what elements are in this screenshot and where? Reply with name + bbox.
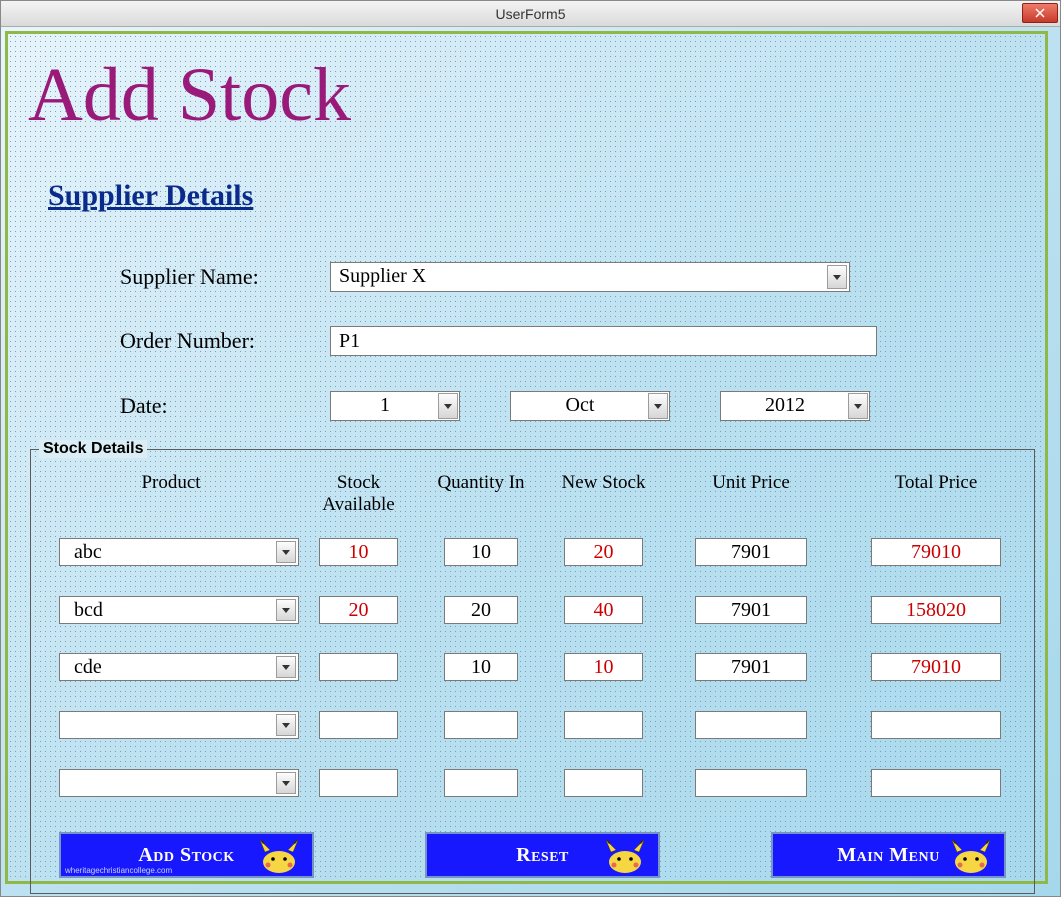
newstock-input[interactable] [564,653,643,681]
product-value: cde [74,656,102,679]
supplier-name-row: Supplier Name: Supplier X [120,262,850,292]
chevron-down-icon[interactable] [827,265,847,289]
main-menu-label: Main Menu [837,844,939,867]
col-newstock: New Stock [546,472,661,516]
available-input[interactable] [319,538,398,566]
col-available: Stock Available [301,472,416,516]
inner-panel: Add Stock Supplier Details Supplier Name… [5,31,1048,884]
newstock-input[interactable] [564,538,643,566]
supplier-name-combo[interactable]: Supplier X [330,262,850,292]
chevron-down-icon[interactable] [276,599,296,621]
button-row: Add Stock wheritagechristia [31,832,1034,878]
watermark-text: wheritagechristiancollege.com [65,866,172,875]
reset-label: Reset [516,844,569,867]
stock-row: bcd [31,595,1034,625]
qtyin-input[interactable] [444,538,518,566]
stock-legend: Stock Details [39,440,147,458]
order-number-row: Order Number: [120,326,877,356]
qtyin-input[interactable] [444,596,518,624]
chevron-down-icon[interactable] [276,714,296,736]
unitprice-input[interactable] [695,538,807,566]
product-value: bcd [74,599,103,622]
date-day-combo[interactable]: 1 [330,391,460,421]
totalprice-input[interactable] [871,769,1001,797]
newstock-input[interactable] [564,711,643,739]
col-unitprice: Unit Price [661,472,841,516]
form-body: Add Stock Supplier Details Supplier Name… [1,27,1060,896]
reset-button[interactable]: Reset [425,832,660,878]
date-day-value: 1 [380,394,390,416]
available-input[interactable] [319,596,398,624]
product-combo[interactable] [59,769,299,797]
pikachu-icon [598,838,652,874]
chevron-down-icon[interactable] [648,393,668,419]
titlebar: UserForm5 [1,1,1060,27]
pikachu-icon [252,838,306,874]
chevron-down-icon[interactable] [276,541,296,563]
stock-row [31,768,1034,798]
stock-row: cde [31,652,1034,682]
col-totalprice: Total Price [841,472,1031,516]
available-input[interactable] [319,769,398,797]
date-label: Date: [120,393,330,419]
unitprice-input[interactable] [695,653,807,681]
chevron-down-icon[interactable] [276,656,296,678]
qtyin-input[interactable] [444,769,518,797]
available-input[interactable] [319,653,398,681]
order-number-label: Order Number: [120,328,330,354]
date-year-combo[interactable]: 2012 [720,391,870,421]
userform-window: UserForm5 Add Stock Supplier Details Sup… [0,0,1061,897]
date-year-value: 2012 [765,394,805,416]
totalprice-input[interactable] [871,711,1001,739]
chevron-down-icon[interactable] [848,393,868,419]
totalprice-input[interactable] [871,596,1001,624]
unitprice-input[interactable] [695,596,807,624]
close-icon [1035,8,1045,18]
supplier-section-title: Supplier Details [48,179,253,213]
product-value: abc [74,541,102,564]
qtyin-input[interactable] [444,711,518,739]
close-button[interactable] [1022,3,1058,23]
chevron-down-icon[interactable] [438,393,458,419]
page-heading: Add Stock [28,52,351,139]
pikachu-icon [944,838,998,874]
add-stock-label: Add Stock [138,844,234,867]
stock-row: abc [31,537,1034,567]
date-month-combo[interactable]: Oct [510,391,670,421]
available-input[interactable] [319,711,398,739]
col-product: Product [31,472,301,516]
date-group: 1 Oct 2012 [330,391,870,421]
window-title: UserForm5 [495,6,565,22]
supplier-name-label: Supplier Name: [120,264,330,290]
qtyin-input[interactable] [444,653,518,681]
newstock-input[interactable] [564,769,643,797]
stock-details-fieldset: Stock Details Product Stock Available Qu… [30,449,1035,894]
stock-grid-header: Product Stock Available Quantity In New … [31,472,1034,516]
main-menu-button[interactable]: Main Menu [771,832,1006,878]
product-combo[interactable]: cde [59,653,299,681]
product-combo[interactable]: abc [59,538,299,566]
date-month-value: Oct [566,394,595,416]
unitprice-input[interactable] [695,769,807,797]
stock-row [31,710,1034,740]
unitprice-input[interactable] [695,711,807,739]
totalprice-input[interactable] [871,653,1001,681]
chevron-down-icon[interactable] [276,772,296,794]
date-row: Date: 1 Oct 2012 [120,391,870,421]
col-qtyin: Quantity In [416,472,546,516]
product-combo[interactable] [59,711,299,739]
supplier-name-value: Supplier X [339,265,426,287]
product-combo[interactable]: bcd [59,596,299,624]
newstock-input[interactable] [564,596,643,624]
add-stock-button[interactable]: Add Stock wheritagechristia [59,832,314,878]
totalprice-input[interactable] [871,538,1001,566]
order-number-input[interactable] [330,326,877,356]
